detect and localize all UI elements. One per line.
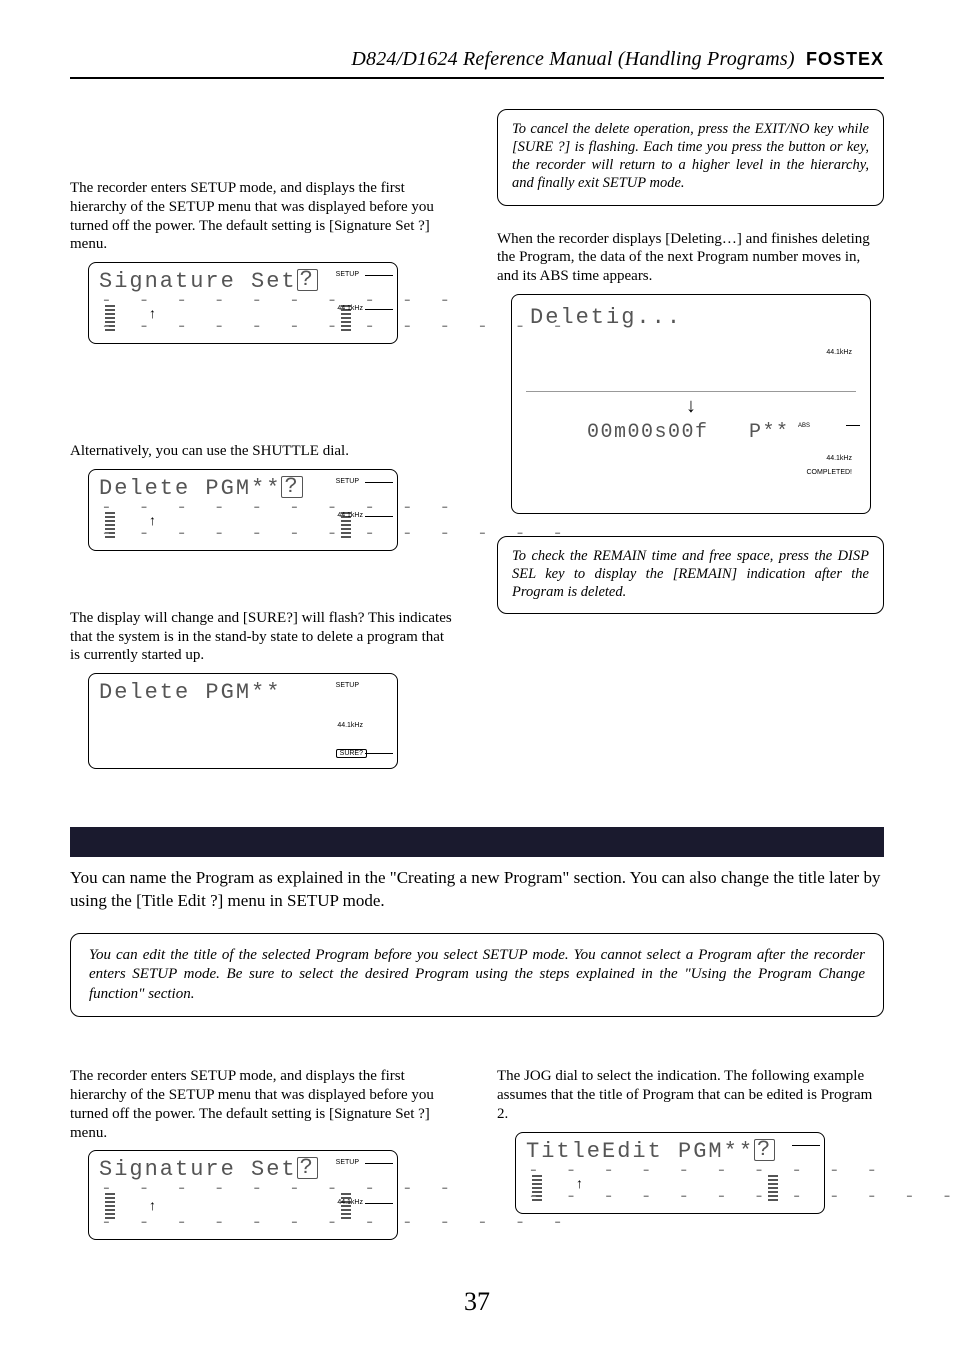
divider <box>526 391 856 392</box>
lcd-delete-pgm-2: Delete PGM** SETUP 44.1kHz SURE? <box>88 673 398 769</box>
note-cancel: To cancel the delete operation, press th… <box>497 109 884 206</box>
right-column: To cancel the delete operation, press th… <box>497 109 884 787</box>
tick-icon <box>792 1145 820 1146</box>
header-rule <box>70 77 884 79</box>
cursor-icon: ? <box>754 1139 775 1161</box>
lcd-title-edit: TitleEdit PGM**? - - - - - - - - - - ↑ -… <box>515 1132 825 1214</box>
lcd-deleting: Deletig... 44.1kHz ↓ 00m00s00f P** ABS 4… <box>511 294 871 514</box>
lcd-dashes-bottom: - - - - - - - - - - - - - <box>101 317 571 337</box>
tick-icon <box>365 1163 393 1164</box>
bottom-right-p1: The JOG dial to select the indication. T… <box>497 1067 884 1123</box>
setup-badge: SETUP <box>336 271 359 278</box>
khz-badge: 44.1kHz <box>337 305 363 312</box>
tick-icon <box>365 482 393 483</box>
lcd-dashes-bottom: - - - - - - - - - - - - - <box>101 524 571 544</box>
completed-badge: COMPLETED! <box>806 469 852 476</box>
bottom-left-column: The recorder enters SETUP mode, and disp… <box>70 1067 457 1258</box>
sure-badge: SURE? <box>336 749 367 758</box>
page-header: D824/D1624 Reference Manual (Handling Pr… <box>70 48 884 71</box>
setup-badge: SETUP <box>336 478 359 485</box>
khz-badge: 44.1kHz <box>337 722 363 729</box>
tick-icon <box>365 516 393 517</box>
lcd-text: Delete PGM** <box>99 680 281 705</box>
tick-icon <box>365 753 393 754</box>
setup-badge: SETUP <box>336 1159 359 1166</box>
tick-icon <box>365 1203 393 1204</box>
cursor-icon: ? <box>281 476 302 498</box>
khz-badge: 44.1kHz <box>337 512 363 519</box>
left-p3: The display will change and [SURE?] will… <box>70 609 457 665</box>
page-number: 37 <box>0 1287 954 1317</box>
cursor-icon: ? <box>297 269 318 291</box>
wide-note: You can edit the title of the selected P… <box>70 933 884 1018</box>
section-intro: You can name the Program as explained in… <box>70 867 884 913</box>
tick-icon <box>365 309 393 310</box>
brand-logo: FOSTEX <box>806 49 884 69</box>
lcd-dashes: - - - - - - - - - - <box>101 1179 458 1199</box>
lcd-dashes-bottom: - - - - - - - - - - - - - <box>101 1213 571 1233</box>
bottom-left-p1: The recorder enters SETUP mode, and disp… <box>70 1067 457 1142</box>
section-heading-bar <box>70 827 884 857</box>
note-remain: To check the REMAIN time and free space,… <box>497 536 884 614</box>
khz-badge: 44.1kHz <box>826 455 852 462</box>
lcd-dashes-bottom: - - - - - - - - - - - - - <box>528 1187 954 1207</box>
abs-badge: ABS <box>798 423 810 429</box>
left-p2: Alternatively, you can use the SHUTTLE d… <box>70 442 457 461</box>
arrow-down-icon: ↓ <box>686 395 696 418</box>
lcd-signature-set-2: Signature Set? - - - - - - - - - - ↑ - -… <box>88 1150 398 1240</box>
khz-badge: 44.1kHz <box>826 349 852 356</box>
cursor-icon: ? <box>297 1157 318 1179</box>
header-title: D824/D1624 Reference Manual (Handling Pr… <box>351 48 794 70</box>
left-column: The recorder enters SETUP mode, and disp… <box>70 109 457 787</box>
lcd-delete-pgm-1: Delete PGM**? - - - - - - - - - - ↑ - - … <box>88 469 398 551</box>
lcd-text-bottom: 00m00s00f P** <box>560 421 790 444</box>
lcd-text-top: Deletig... <box>530 305 682 330</box>
tick-icon <box>365 275 393 276</box>
lcd-signature-set: Signature Set? - - - - - - - - - - ↑ - -… <box>88 262 398 344</box>
left-p1: The recorder enters SETUP mode, and disp… <box>70 179 457 254</box>
tick-icon <box>846 425 860 426</box>
khz-badge: 44.1kHz <box>337 1199 363 1206</box>
setup-badge: SETUP <box>336 682 359 689</box>
right-p1: When the recorder displays [Deleting…] a… <box>497 230 884 286</box>
